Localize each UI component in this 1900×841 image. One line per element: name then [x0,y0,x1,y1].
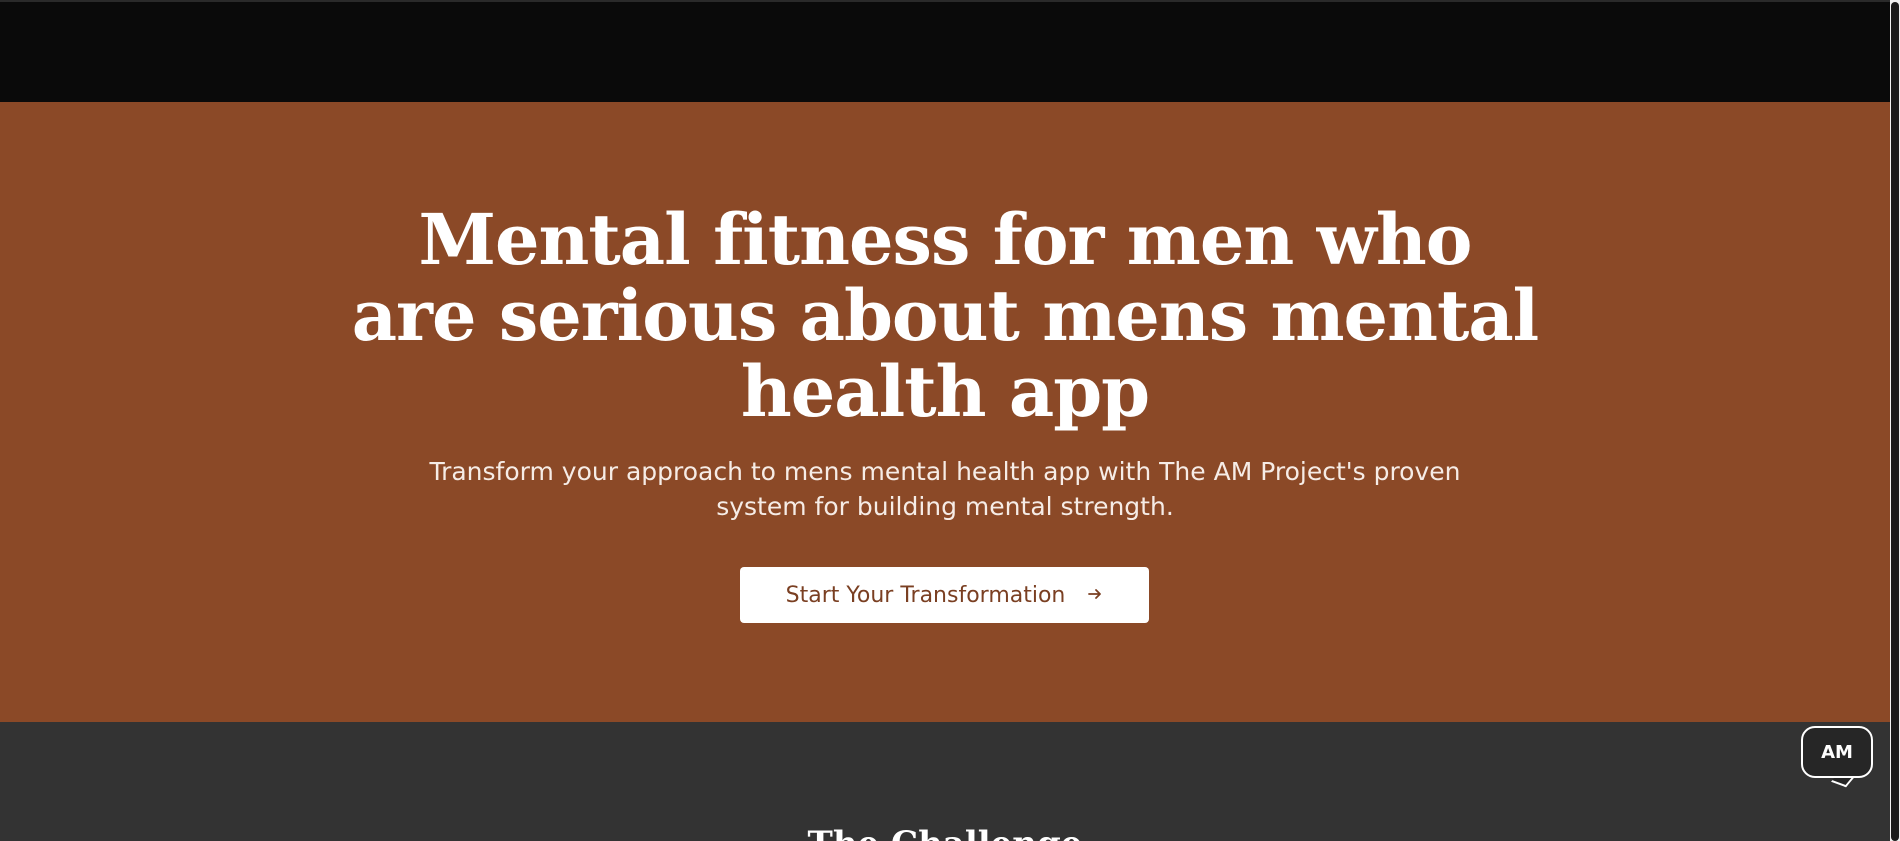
hero-subtitle: Transform your approach to mens mental h… [429,457,1461,521]
arrow-right-icon [1087,585,1103,605]
vertical-scrollbar[interactable] [1890,0,1900,841]
start-transformation-button[interactable]: Start Your Transformation [740,567,1149,623]
page: Mental fitness for men who are serious a… [0,0,1900,841]
challenge-section: The Challenge [0,722,1900,841]
chat-widget-button[interactable]: AM [1801,726,1873,778]
scrollbar-thumb[interactable] [1891,2,1899,841]
hero-section: Mental fitness for men who are serious a… [0,102,1900,722]
top-navigation-bar [0,0,1900,102]
hero-title: Mental fitness for men who are serious a… [351,198,1540,433]
section-title: The Challenge [0,824,1890,841]
chat-widget-label: AM [1821,741,1853,763]
cta-button-label: Start Your Transformation [785,582,1066,608]
